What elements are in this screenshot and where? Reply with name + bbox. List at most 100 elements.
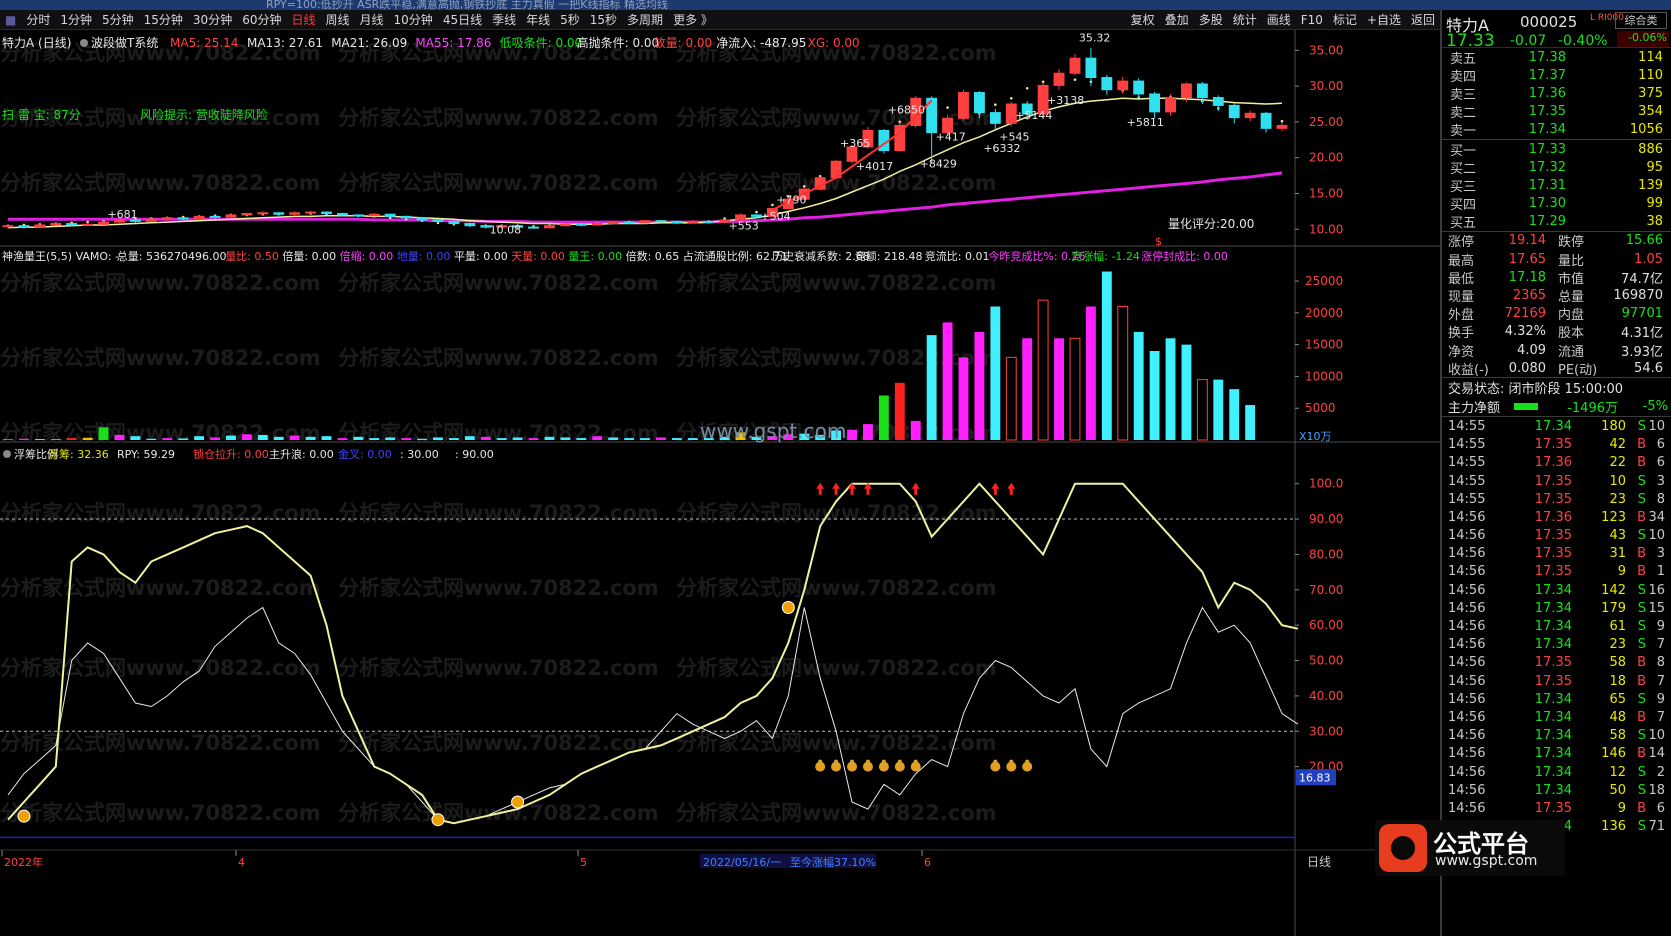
candle-body [1181,83,1192,99]
action-button-1[interactable]: 叠加 [1160,11,1194,28]
price-annotation: +4017 [856,160,893,173]
tick-count: 3 [1656,473,1665,489]
asks-row[interactable]: 卖二 17.35 354 [1442,103,1671,121]
bids-row[interactable]: 买四 17.30 99 [1442,195,1671,213]
period-tab-0[interactable]: 分时 [21,11,55,28]
period-tab-5[interactable]: 60分钟 [237,11,286,28]
tick-list[interactable]: 14:55 17.34 180 S 10 14:55 17.35 42 B 6 14:55 17.36… [1442,417,1671,872]
asks-volume: 110 [1638,67,1663,83]
tick-row: 14:56 17.35 9 B 1 [1442,563,1671,581]
stat-key-2: 总量 [1558,290,1585,306]
volume-axis-label: 25000 [1305,274,1343,288]
candle-body [591,223,603,226]
stat-value-2: 169870 [1613,288,1663,304]
tick-time: 14:56 [1448,782,1486,798]
tick-side: S [1637,619,1646,635]
period-tab-6[interactable]: 日线 [286,11,320,28]
bids-row[interactable]: 买一 17.33 886 [1442,140,1671,159]
tick-volume: 10 [1609,473,1626,489]
tick-side: B [1637,709,1646,725]
sector-change-pct: -0.06% [1617,31,1669,47]
candle-body [448,220,460,225]
chart-area[interactable]: 分析家公式网www.70822.com 分析家公式网www.70822.com 分析… [0,30,1440,936]
main-indicator-3: MA55: 17.86 [415,36,491,50]
watermark-text: 分析家公式网www.70822.com [0,656,321,680]
price-axis-label: 10.00 [1309,222,1343,236]
stat-row: 收益(-) 0.080 PE(动) 54.6 [1442,359,1671,378]
action-button-8[interactable]: 返回 [1406,11,1440,28]
volume-bar [1229,389,1240,440]
tick-time: 14:55 [1448,473,1486,489]
bids-volume: 886 [1638,141,1663,157]
volume-bar [1245,405,1256,440]
tick-volume: 43 [1609,528,1626,544]
asks-row[interactable]: 卖四 17.37 110 [1442,66,1671,85]
period-tab-16[interactable]: 更多 》 [668,11,718,28]
main-indicator-4: 低吸条件: 0.00 [500,36,583,50]
period-tab-4[interactable]: 30分钟 [188,11,237,28]
tick-price: 17.35 [1534,673,1572,689]
tick-price: 17.35 [1534,800,1572,816]
price-annotation: +6850 [888,103,925,116]
volume-bar [18,438,29,440]
last-price: 17.33 [1446,31,1495,51]
bids-row[interactable]: 买三 17.31 139 [1442,176,1671,195]
volume-bar [974,331,985,440]
volume-bar [273,436,284,440]
action-button-2[interactable]: 多股 [1194,11,1228,28]
main-flow-label: 主力净额 [1448,401,1501,417]
bids-price: 17.33 [1528,141,1566,157]
action-button-6[interactable]: 标记 [1328,11,1362,28]
bids-volume: 99 [1646,196,1663,212]
tick-price: 17.34 [1534,728,1572,744]
period-tab-11[interactable]: 季线 [487,11,521,28]
float-indicator-4: 主升浪: 0.00 [269,447,334,461]
volume-bar [66,438,77,440]
tick-row: 14:56 17.34 23 S 7 [1442,636,1671,654]
period-tab-10[interactable]: 45日线 [438,11,487,28]
period-tab-8[interactable]: 月线 [355,11,389,28]
tick-price: 17.35 [1534,437,1572,453]
tick-time: 14:56 [1448,528,1486,544]
period-label: 日线 [1307,855,1331,869]
tick-side: B [1637,564,1646,580]
period-tab-15[interactable]: 多周期 [622,11,668,28]
action-button-4[interactable]: 画线 [1262,11,1296,28]
period-tab-13[interactable]: 5秒 [555,11,585,28]
bids-row[interactable]: 买五 17.29 38 [1442,213,1671,231]
asks-row[interactable]: 卖一 17.34 1056 [1442,121,1671,139]
tick-time: 14:56 [1448,691,1486,707]
float-indicator-1: 浮筹: 32.36 [48,447,109,461]
stat-key: 净资 [1448,344,1475,360]
period-tab-3[interactable]: 15分钟 [139,11,188,28]
tick-count: 8 [1656,491,1665,507]
main-indicator-8: XG: 0.00 [808,36,860,50]
volume-indicator-7: 天量: 0.00 [511,250,565,263]
tick-row: 14:55 17.34 180 S 10 [1442,417,1671,435]
period-tab-12[interactable]: 年线 [521,11,555,28]
period-tab-1[interactable]: 1分钟 [55,11,97,28]
stat-key: 涨停 [1448,235,1475,251]
bids-price: 17.32 [1528,159,1566,175]
action-button-0[interactable]: 复权 [1126,11,1160,28]
watermark-text: 分析家公式网www.70822.com [338,346,659,370]
stat-value: 72169 [1504,306,1546,322]
asks-row[interactable]: 卖三 17.36 375 [1442,84,1671,103]
menu-icon[interactable]: ■ [0,13,21,27]
period-tab-2[interactable]: 5分钟 [97,11,139,28]
sector-tag[interactable]: 综合类 [1615,12,1667,29]
period-tab-9[interactable]: 10分钟 [389,11,438,28]
bids-row[interactable]: 买二 17.32 95 [1442,158,1671,177]
action-button-5[interactable]: F10 [1296,13,1328,27]
stat-row: 净资 4.09 流通 3.93亿 [1442,341,1671,360]
action-button-7[interactable]: +自选 [1362,11,1406,28]
period-tab-7[interactable]: 周线 [321,11,355,28]
period-tab-14[interactable]: 15秒 [585,11,622,28]
candle-body [352,214,364,217]
system-name: 波段做T系统 [91,35,158,50]
tick-row: 14:56 17.34 48 B 7 [1442,708,1671,726]
action-button-3[interactable]: 统计 [1228,11,1262,28]
volume-bar [257,434,268,440]
logo-url: www.gspt.com [1435,853,1538,869]
watermark-text: 分析家公式网www.70822.com [0,171,321,195]
